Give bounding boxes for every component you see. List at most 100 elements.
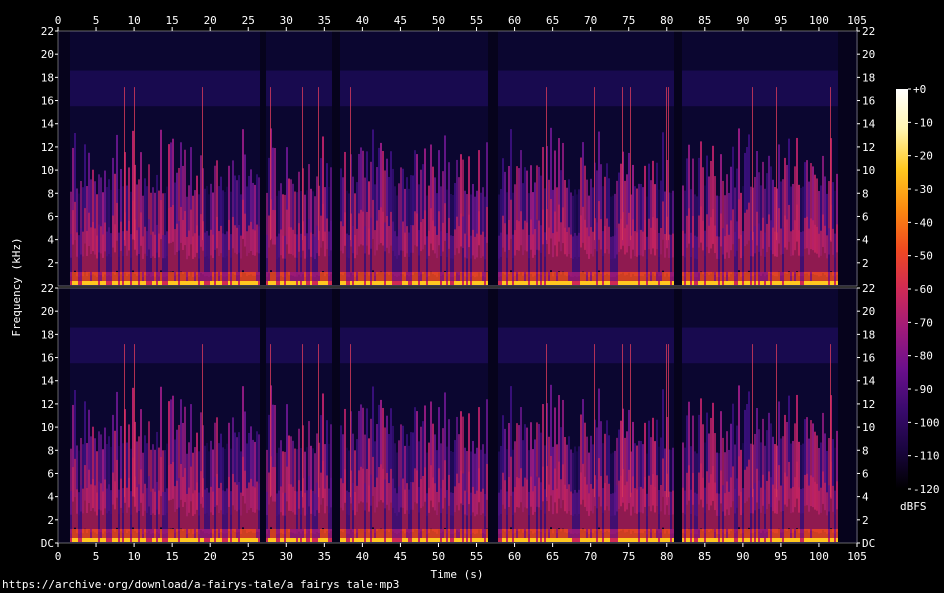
low-band-peak — [170, 538, 172, 542]
spectral-energy — [188, 487, 190, 533]
low-band-peak — [498, 281, 500, 285]
silence-column — [850, 31, 852, 286]
low-band-peak — [696, 538, 698, 542]
spectral-energy — [250, 221, 252, 275]
spectral-energy — [272, 466, 274, 530]
spectral-energy — [320, 472, 322, 531]
spectral-energy — [340, 478, 342, 532]
spectral-energy — [374, 230, 376, 276]
spectral-energy — [810, 218, 812, 274]
spectral-energy — [236, 484, 238, 533]
spectral-energy — [226, 488, 228, 534]
transient-streak — [350, 87, 351, 241]
spectral-energy — [648, 218, 650, 274]
low-band-peak — [242, 538, 244, 542]
spectral-energy — [222, 490, 224, 534]
low-band-peak — [452, 538, 454, 542]
low-band-peak — [160, 538, 162, 542]
spectral-energy — [498, 492, 500, 534]
spectral-energy — [126, 230, 128, 276]
low-band-peak — [128, 538, 130, 542]
low-band-peak — [296, 538, 298, 542]
low-band-peak — [92, 281, 94, 285]
spectral-energy — [778, 465, 780, 529]
channel-panel-1 — [57, 30, 858, 287]
low-band-peak — [812, 281, 814, 285]
spectral-energy — [136, 487, 138, 533]
spectral-energy — [486, 463, 488, 529]
spectral-energy — [600, 476, 602, 531]
low-band-peak — [364, 281, 366, 285]
y-tick-left: 2 — [47, 257, 54, 270]
spectral-energy — [618, 480, 620, 532]
low-band-peak — [424, 538, 426, 542]
low-band-peak — [94, 538, 96, 542]
spectral-energy — [564, 227, 566, 276]
spectral-energy — [650, 484, 652, 533]
spectral-energy — [180, 463, 182, 529]
low-band-peak — [802, 538, 804, 542]
spectral-energy — [510, 456, 512, 528]
spectral-energy — [632, 476, 634, 531]
spectral-energy — [624, 485, 626, 533]
silence-column — [492, 288, 494, 543]
transient-streak — [666, 344, 667, 498]
low-band-peak — [76, 538, 78, 542]
low-band-peak — [132, 281, 134, 285]
spectral-energy — [402, 478, 404, 532]
low-band-peak — [166, 281, 168, 285]
transient-streak — [134, 344, 135, 498]
spectral-energy — [670, 234, 672, 277]
low-band-peak — [602, 538, 604, 542]
spectral-energy — [238, 225, 240, 275]
low-band-peak — [572, 538, 574, 542]
x-tick-bottom: 5 — [93, 550, 100, 563]
low-band-peak — [592, 281, 594, 285]
low-band-peak — [610, 281, 612, 285]
spectral-energy — [642, 231, 644, 277]
low-band-peak — [434, 281, 436, 285]
low-band-peak — [572, 281, 574, 285]
low-band-peak — [502, 538, 504, 542]
spectral-energy — [414, 468, 416, 530]
low-band-peak — [648, 538, 650, 542]
spectral-energy — [244, 213, 246, 273]
spectral-energy — [714, 225, 716, 276]
spectral-energy — [828, 485, 830, 533]
spectral-energy — [834, 490, 836, 534]
low-band-peak — [416, 538, 418, 542]
low-band-peak — [558, 538, 560, 542]
silence-column — [676, 31, 678, 286]
low-band-peak — [502, 281, 504, 285]
spectral-energy — [782, 227, 784, 276]
spectral-energy — [538, 477, 540, 532]
low-band-peak — [536, 538, 538, 542]
spectral-energy — [186, 236, 188, 278]
low-band-peak — [596, 538, 598, 542]
low-band-peak — [648, 281, 650, 285]
y-tick-right: 20 — [862, 48, 875, 61]
spectral-energy — [218, 488, 220, 534]
low-band-peak — [288, 538, 290, 542]
silence-column — [64, 288, 66, 543]
transient-streak — [546, 344, 547, 498]
spectral-energy — [684, 490, 686, 534]
spectral-energy — [78, 235, 80, 277]
low-band-peak — [684, 281, 686, 285]
low-band-peak — [386, 538, 388, 542]
spectral-energy — [384, 479, 386, 532]
low-band-peak — [732, 281, 734, 285]
y-tick-right: 2 — [862, 257, 869, 270]
silence-column — [852, 288, 854, 543]
low-band-peak — [718, 281, 720, 285]
spectral-energy — [396, 493, 398, 534]
low-band-peak — [120, 281, 122, 285]
spectral-energy — [316, 225, 318, 276]
spectral-energy — [484, 236, 486, 278]
low-band-peak — [300, 538, 302, 542]
low-band-peak — [518, 281, 520, 285]
spectral-energy — [608, 483, 610, 533]
low-band-peak — [468, 281, 470, 285]
spectral-energy — [586, 227, 588, 276]
spectral-energy — [566, 231, 568, 277]
